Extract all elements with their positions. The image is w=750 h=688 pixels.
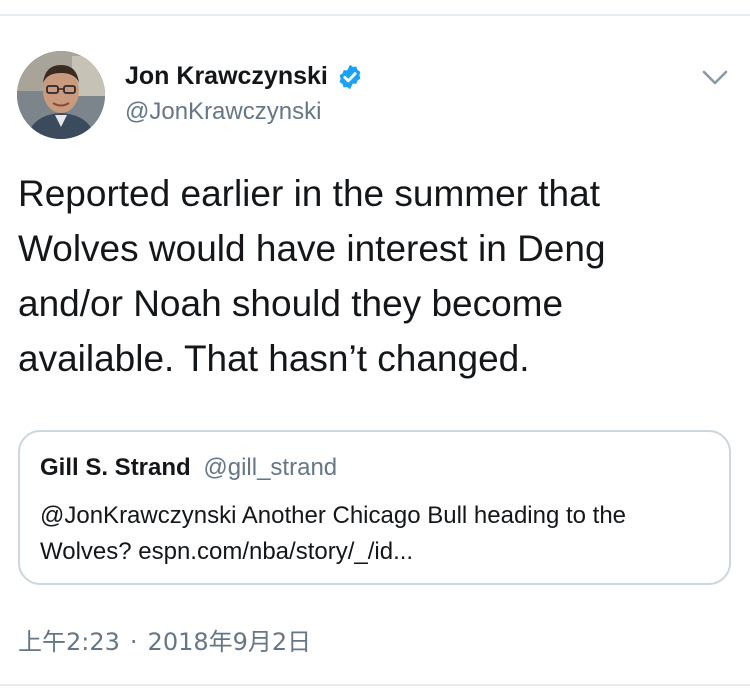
top-divider	[0, 14, 750, 16]
bottom-divider	[0, 684, 750, 686]
avatar[interactable]	[17, 51, 105, 139]
timestamp[interactable]: 上午2:23 · 2018年9月2日	[18, 622, 311, 657]
timestamp-separator: ·	[129, 628, 138, 656]
timestamp-date: 2018年9月2日	[147, 628, 312, 656]
author-name[interactable]: Jon Krawczynski	[125, 62, 364, 91]
author-name-text: Jon Krawczynski	[125, 62, 328, 90]
quoted-author-name: Gill S. Strand	[40, 454, 191, 481]
avatar-photo-icon	[17, 51, 105, 139]
timestamp-time: 上午2:23	[18, 628, 120, 656]
quoted-tweet-header: Gill S. Strand @gill_strand	[40, 454, 337, 482]
verified-badge-icon	[336, 63, 364, 91]
quoted-tweet-card[interactable]: Gill S. Strand @gill_strand @JonKrawczyn…	[18, 430, 731, 585]
author-handle[interactable]: @JonKrawczynski	[125, 98, 321, 126]
tweet-text: Reported earlier in the summer that Wolv…	[18, 173, 606, 379]
chevron-down-icon[interactable]	[698, 62, 732, 92]
tweet: Jon Krawczynski @JonKrawczynski Reported…	[0, 0, 750, 688]
quoted-author-handle: @gill_strand	[203, 454, 338, 481]
quoted-tweet-text: @JonKrawczynski Another Chicago Bull hea…	[40, 502, 627, 565]
